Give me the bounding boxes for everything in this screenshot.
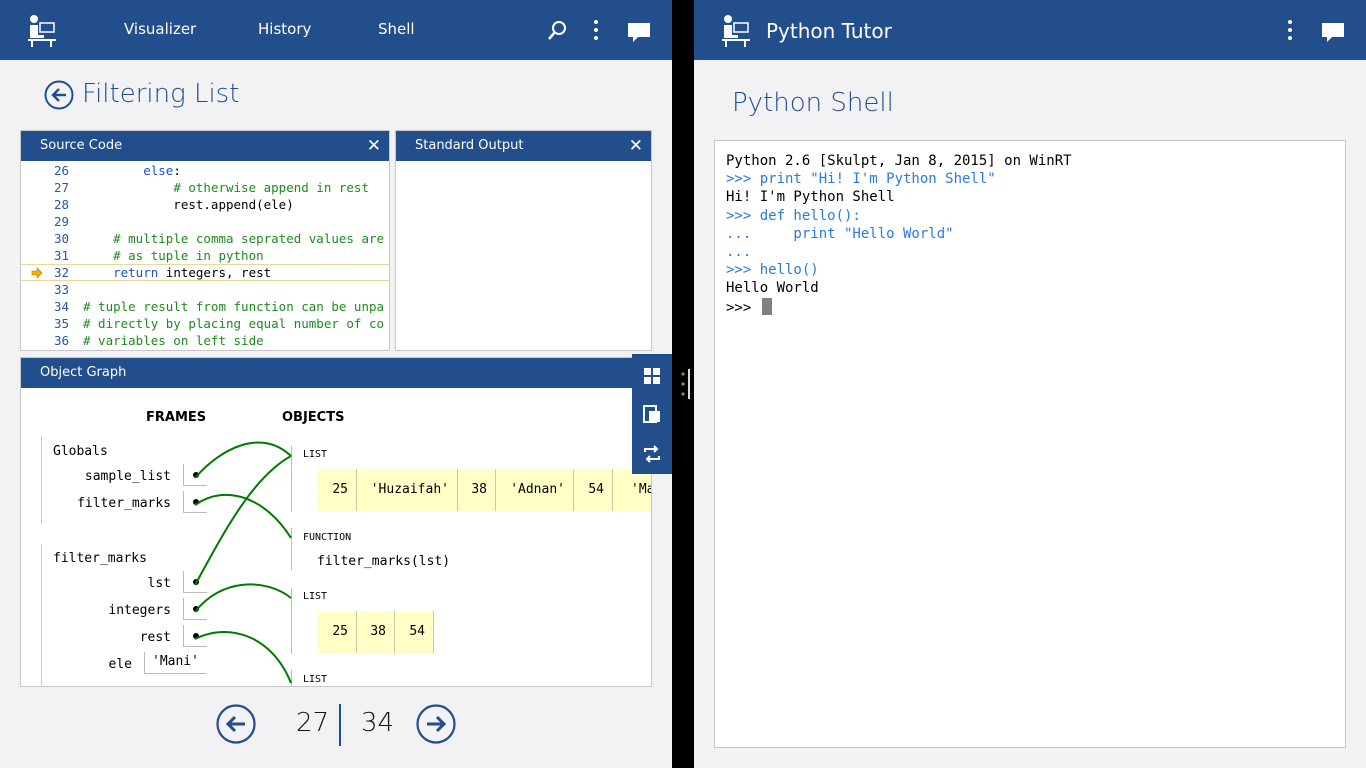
shell-output-line: Hi! I'm Python Shell	[726, 189, 895, 206]
app-title: Python Tutor	[766, 19, 892, 43]
code-text: integers, rest = filter_marks(sample_li	[83, 349, 377, 350]
swap-icon[interactable]	[642, 444, 662, 464]
code-text: # otherwise append in rest	[173, 180, 369, 195]
next-arrow-icon[interactable]	[416, 704, 456, 744]
standard-output-header: Standard Output ✕	[396, 131, 651, 161]
shell-console[interactable]: Python 2.6 [Skulpt, Jan 8, 2015] on WinR…	[714, 140, 1346, 748]
object-graph-canvas[interactable]: FRAMES OBJECTS Globals sample_list filte…	[21, 388, 651, 686]
page-title: Filtering List	[82, 79, 240, 109]
shell-title: Python Shell	[732, 88, 894, 118]
nav-shell[interactable]: Shell	[378, 20, 415, 38]
code-line: 26 else:	[21, 162, 389, 179]
current-step: 27	[296, 708, 330, 738]
pointer-arrow	[194, 441, 292, 479]
object-graph-header: Object Graph	[21, 358, 651, 388]
code-text: # directly by placing equal number of co	[83, 316, 385, 331]
code-line: 34 # tuple result from function can be un…	[21, 298, 389, 315]
app-logo-icon	[722, 15, 750, 47]
shell-pane: Python Tutor Python Shell Python 2.6 [Sk…	[694, 0, 1366, 768]
visualizer-pane: Visualizer History Shell Filtering List …	[0, 0, 672, 768]
back-arrow-icon[interactable]	[44, 80, 74, 110]
code-line: 36 # variables on left side	[21, 332, 389, 349]
view-toolbar	[632, 354, 672, 474]
code-line: 31 # as tuple in python	[21, 247, 389, 264]
line-number: 32	[53, 265, 69, 280]
step-pager: 27 34	[216, 702, 458, 748]
code-line: 33	[21, 281, 389, 298]
object-graph-title: Object Graph	[40, 365, 127, 380]
shell-output-line: Python 2.6 [Skulpt, Jan 8, 2015] on WinR…	[726, 153, 1072, 169]
top-bar: Visualizer History Shell	[0, 0, 672, 60]
code-line: 28 rest.append(ele)	[21, 196, 389, 213]
top-bar: Python Tutor	[694, 0, 1366, 60]
app-logo-icon	[28, 15, 56, 47]
nav-visualizer[interactable]: Visualizer	[124, 20, 196, 38]
standard-output-panel: Standard Output ✕	[395, 130, 652, 351]
code-view[interactable]: 26 else: 27 # otherwise append in rest 28 …	[21, 162, 389, 350]
shell-output-line: Hello World	[726, 280, 819, 297]
line-number: 28	[53, 197, 69, 212]
source-code-header: Source Code ✕	[21, 131, 389, 161]
standard-output-title: Standard Output	[415, 138, 524, 153]
line-number: 37	[49, 349, 69, 350]
shell-input-line: >>> hello()	[726, 262, 819, 279]
line-number: 26	[53, 163, 69, 178]
line-number: 31	[53, 248, 69, 263]
code-text: # as tuple in python	[113, 248, 264, 263]
nav-history[interactable]: History	[258, 20, 311, 38]
total-steps: 34	[361, 708, 395, 738]
shell-history: Python 2.6 [Skulpt, Jan 8, 2015] on WinR…	[726, 152, 1345, 298]
text-cursor	[761, 297, 772, 315]
current-line-arrow-icon	[31, 267, 43, 279]
code-text: # tuple result from function can be unpa	[83, 299, 385, 314]
line-number: 35	[53, 316, 69, 331]
line-number: 30	[53, 231, 69, 246]
shell-prompt-line[interactable]: >>>	[726, 297, 1345, 316]
source-code-title: Source Code	[40, 138, 123, 153]
code-line: 37 integers, rest = filter_marks(sample_l…	[21, 349, 389, 350]
code-text: # variables on left side	[83, 333, 264, 348]
pager-divider	[339, 704, 341, 746]
search-icon[interactable]	[546, 20, 568, 42]
feedback-icon[interactable]	[627, 22, 651, 44]
more-vertical-icon[interactable]	[590, 18, 602, 42]
shell-input-line: ... print "Hello World"	[726, 225, 954, 242]
code-line: 29	[21, 213, 389, 230]
shell-prompt: >>>	[726, 299, 760, 316]
line-number: 36	[53, 333, 69, 348]
object-graph-panel: Object Graph FRAMES OBJECTS Globals samp…	[20, 357, 652, 687]
code-line: 27 # otherwise append in rest	[21, 179, 389, 196]
prev-arrow-icon[interactable]	[216, 704, 256, 744]
layers-icon[interactable]	[642, 404, 662, 424]
code-line: 30 # multiple comma seprated values are	[21, 230, 389, 247]
more-vertical-icon[interactable]	[1284, 18, 1296, 42]
source-code-panel: Source Code ✕ 26 else: 27 # otherwise app…	[20, 130, 390, 351]
shell-input-line: ...	[726, 243, 752, 260]
line-number: 34	[53, 299, 69, 314]
shell-input-line: >>> def hello():	[726, 207, 861, 224]
close-icon[interactable]: ✕	[367, 131, 381, 161]
pointer-arrows	[194, 441, 292, 684]
line-number: 27	[53, 180, 69, 195]
code-text: return integers, rest	[113, 265, 272, 280]
code-text: # multiple comma seprated values are	[113, 231, 385, 246]
pointer-arrow	[194, 493, 292, 539]
pointer-arrow	[194, 583, 292, 613]
close-icon[interactable]: ✕	[629, 131, 643, 161]
grid-view-icon[interactable]	[642, 366, 662, 386]
code-text: else:	[143, 163, 181, 178]
code-text: rest.append(ele)	[83, 197, 294, 212]
splitter-grip-icon[interactable]	[680, 369, 692, 399]
code-line: 35 # directly by placing equal number of …	[21, 315, 389, 332]
line-number: 29	[53, 214, 69, 229]
pointer-arrow	[194, 631, 292, 684]
code-line-current: 32 return integers, rest	[21, 264, 389, 281]
feedback-icon[interactable]	[1321, 22, 1345, 44]
line-number: 33	[53, 282, 69, 297]
shell-input-line: >>> print "Hi! I'm Python Shell"	[726, 171, 996, 188]
